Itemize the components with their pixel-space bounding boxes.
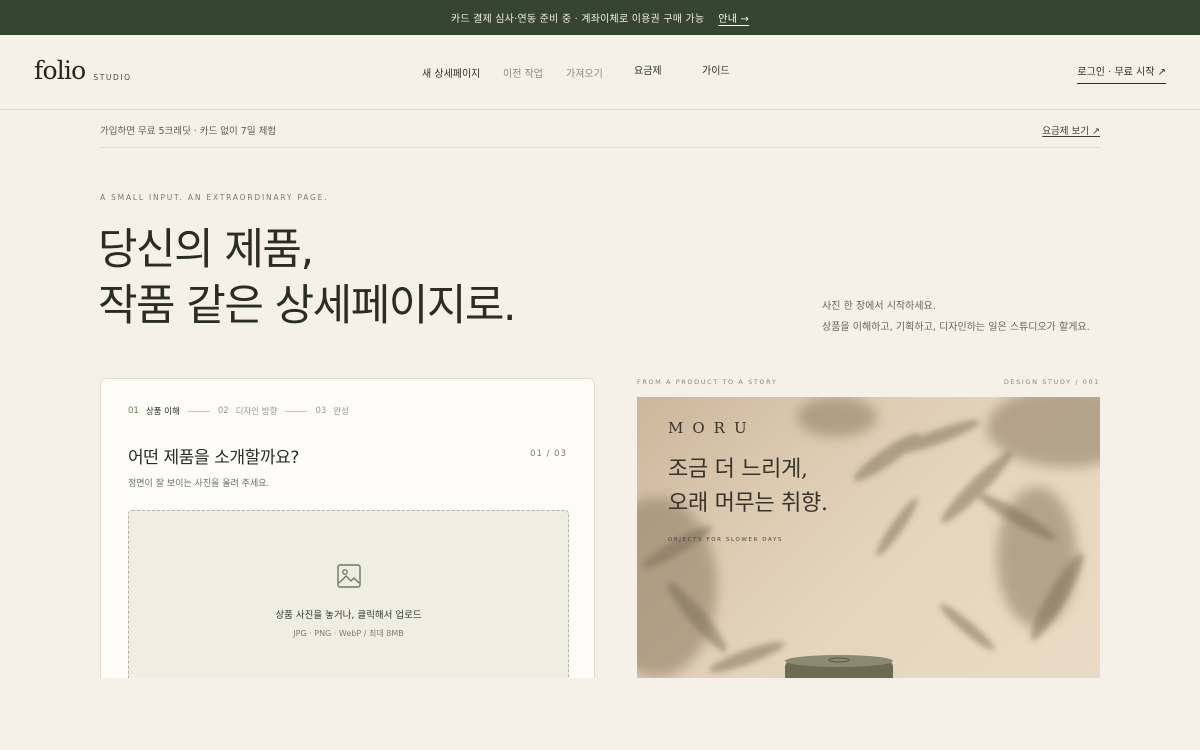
upload-title: 상품 사진을 놓거나, 클릭해서 업로드	[275, 610, 422, 621]
step-number: 03	[315, 406, 327, 416]
announcement-link[interactable]: 안내 →	[718, 10, 749, 25]
step-label: 디자인 방향	[235, 407, 278, 417]
nav-new-detail-page[interactable]: 새 상세페이지	[422, 65, 480, 80]
product-jar-image	[785, 655, 893, 678]
step-number: 02	[217, 406, 229, 416]
image-icon	[337, 564, 361, 588]
hero-eyebrow: A SMALL INPUT. AN EXTRAORDINARY PAGE.	[100, 193, 329, 202]
design-preview: MORU 조금 더 느리게, 오래 머무는 취향. OBJECTS FOR SL…	[637, 397, 1100, 678]
wizard-title: 어떤 제품을 소개할까요?	[128, 448, 300, 468]
promo-bar: 가입하면 무료 5크레딧 · 카드 없이 7일 체험 요금제 보기 ↗	[100, 110, 1100, 148]
login-button[interactable]: 로그인 · 무료 시작 ↗	[1077, 63, 1166, 84]
preview-label-left: FROM A PRODUCT TO A STORY	[637, 378, 778, 386]
wizard-hint: 정면이 잘 보이는 사진을 올려 주세요.	[128, 479, 270, 489]
step-product-understanding[interactable]: 01 상품 이해	[128, 405, 180, 417]
hero-desc-line-1: 사진 한 장에서 시작하세요.	[822, 301, 936, 312]
wizard-steps: 01 상품 이해 02 디자인 방향 03 완성	[128, 405, 349, 417]
step-label: 완성	[333, 407, 349, 417]
preview-brand: MORU	[668, 419, 756, 437]
nav-previous-work[interactable]: 이전 작업	[503, 65, 543, 80]
hero-description: 사진 한 장에서 시작하세요. 상품을 이해하고, 기획하고, 디자인하는 일은…	[822, 296, 1090, 338]
hero-desc-line-2: 상품을 이해하고, 기획하고, 디자인하는 일은 스튜디오가 할게요.	[822, 322, 1090, 333]
promo-text: 가입하면 무료 5크레딧 · 카드 없이 7일 체험	[100, 126, 277, 137]
preview-tagline-line-1: 조금 더 느리게,	[668, 457, 808, 482]
nav-guide[interactable]: 가이드	[702, 62, 730, 77]
pricing-link[interactable]: 요금제 보기 ↗	[1042, 123, 1100, 137]
step-complete[interactable]: 03 완성	[315, 405, 348, 417]
announcement-bar: 카드 결제 심사·연동 준비 중 · 계좌이체로 이용권 구매 가능 안내 →	[0, 0, 1200, 35]
wizard-card: 01 상품 이해 02 디자인 방향 03 완성 어떤 제품을 소개할까요? 0…	[100, 378, 595, 678]
nav-pricing[interactable]: 요금제	[634, 62, 662, 77]
nav-import[interactable]: 가져오기	[566, 65, 603, 80]
step-design-direction[interactable]: 02 디자인 방향	[218, 405, 278, 417]
step-label: 상품 이해	[145, 407, 180, 417]
upload-dropzone[interactable]: 상품 사진을 놓거나, 클릭해서 업로드 JPG · PNG · WebP / …	[128, 510, 569, 678]
announcement-text: 카드 결제 심사·연동 준비 중 · 계좌이체로 이용권 구매 가능	[450, 14, 705, 25]
wizard-page-indicator: 01 / 03	[530, 449, 567, 459]
upload-formats: JPG · PNG · WebP / 최대 8MB	[293, 629, 404, 638]
hero-headline: 당신의 제품, 작품 같은 상세페이지로.	[98, 222, 517, 334]
preview-tagline: 조금 더 느리게, 오래 머무는 취향.	[668, 453, 828, 521]
preview-label-right: DESIGN STUDY / 001	[1003, 378, 1100, 386]
main-nav: 새 상세페이지 이전 작업 가져오기 요금제 가이드	[0, 65, 1200, 85]
step-divider	[285, 410, 308, 412]
hero-headline-line-1: 당신의 제품,	[98, 225, 314, 275]
hero-headline-line-2: 작품 같은 상세페이지로.	[98, 281, 517, 331]
step-divider	[187, 410, 210, 412]
site-header: folio STUDIO 새 상세페이지 이전 작업 가져오기 요금제 가이드 …	[0, 35, 1200, 110]
step-number: 01	[128, 406, 139, 416]
preview-tagline-sub: OBJECTS FOR SLOWER DAYS	[668, 537, 783, 543]
preview-tagline-line-2: 오래 머무는 취향.	[668, 491, 828, 516]
